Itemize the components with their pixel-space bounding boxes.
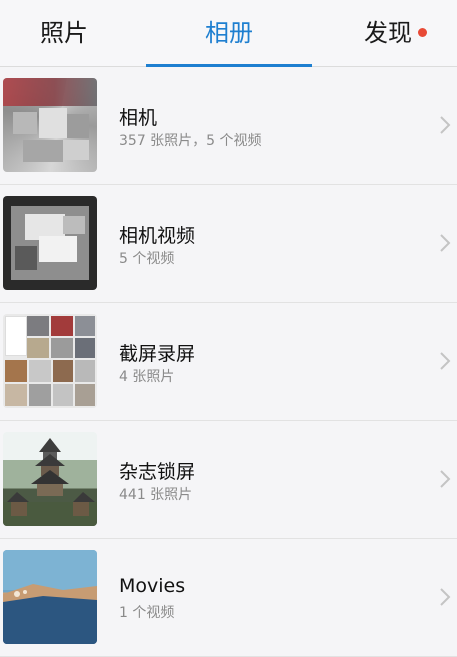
album-name: Movies (119, 575, 186, 597)
album-thumbnail (3, 314, 97, 408)
album-name: 杂志锁屏 (119, 461, 196, 483)
chevron-right-icon (440, 588, 451, 606)
notification-dot-icon (418, 27, 427, 37)
album-row-camera[interactable]: 相机 357 张照片，5 个视频 (0, 67, 457, 185)
chevron-right-icon (440, 116, 451, 134)
album-count: 441 张照片 (119, 487, 193, 503)
album-count: 1 个视频 (119, 605, 175, 621)
top-tab-bar: 照片 相册 发现 (0, 0, 457, 67)
album-row-movies[interactable]: Movies 1 个视频 (0, 539, 457, 657)
chevron-right-icon (440, 234, 451, 252)
chevron-right-icon (440, 470, 451, 488)
tab-discover-label: 发现 (364, 19, 412, 47)
chevron-right-icon (440, 352, 451, 370)
album-thumbnail (3, 196, 97, 290)
tab-photos[interactable]: 照片 (0, 0, 128, 66)
album-name: 相机 (119, 107, 158, 129)
tab-discover[interactable]: 发现 (340, 0, 457, 66)
album-name: 截屏录屏 (119, 343, 196, 365)
album-thumbnail (3, 78, 97, 172)
album-name: 相机视频 (119, 225, 196, 247)
album-list: 相机 357 张照片，5 个视频 相机视频 5 个视频 截屏录屏 4 张照片 杂… (0, 67, 457, 657)
album-count: 4 张照片 (119, 369, 175, 385)
album-row-camera-video[interactable]: 相机视频 5 个视频 (0, 185, 457, 303)
album-thumbnail (3, 550, 97, 644)
album-count: 357 张照片，5 个视频 (119, 133, 262, 149)
tab-albums[interactable]: 相册 (146, 0, 312, 66)
album-row-magazine-lockscreen[interactable]: 杂志锁屏 441 张照片 (0, 421, 457, 539)
album-thumbnail (3, 432, 97, 526)
album-count: 5 个视频 (119, 251, 175, 267)
album-row-screenshots[interactable]: 截屏录屏 4 张照片 (0, 303, 457, 421)
